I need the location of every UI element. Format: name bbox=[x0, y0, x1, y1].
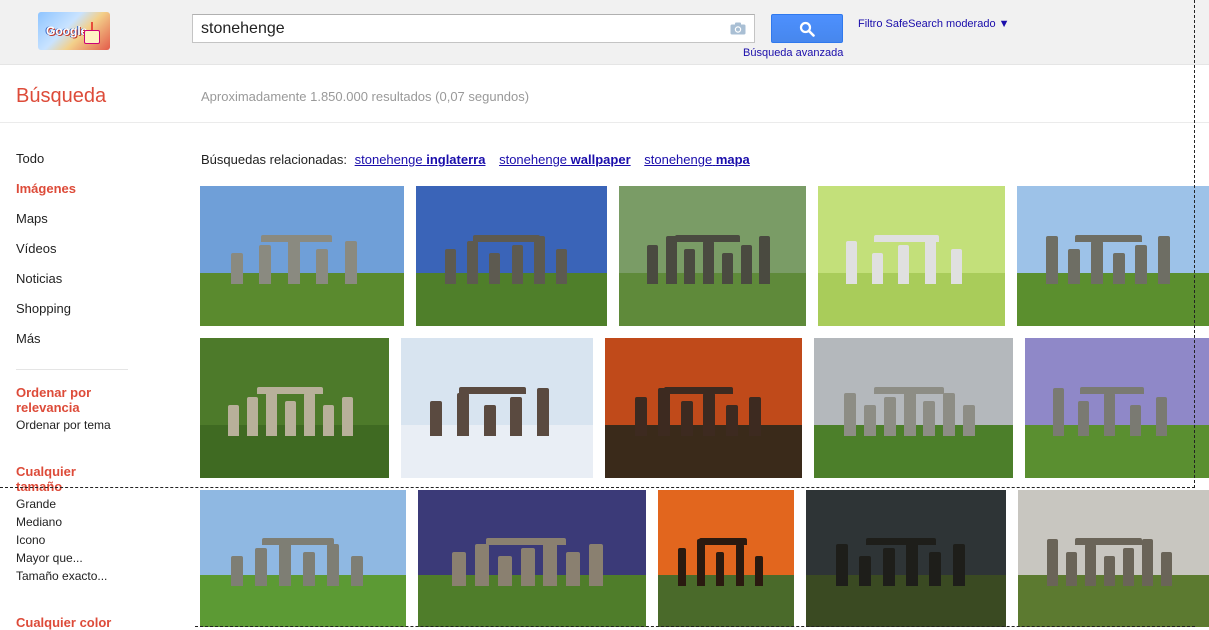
image-result-stonehenge-storm-clouds[interactable] bbox=[806, 490, 1006, 627]
image-result-stonehenge-night-moon[interactable] bbox=[418, 490, 646, 627]
related-link-inglaterra[interactable]: stonehenge inglaterra bbox=[355, 152, 486, 167]
image-result-stonehenge-aerial-render[interactable] bbox=[619, 186, 806, 326]
related-searches: Búsquedas relacionadas: stonehenge ingla… bbox=[201, 152, 756, 167]
size-heading[interactable]: Cualquier tamaño bbox=[16, 464, 96, 494]
size-option-icon[interactable]: Icono bbox=[16, 533, 45, 547]
nav-item-imagenes[interactable]: Imágenes bbox=[16, 180, 186, 210]
safesearch-filter-dropdown[interactable]: Filtro SafeSearch moderado ▼ bbox=[858, 18, 1010, 30]
search-button[interactable] bbox=[771, 14, 843, 43]
left-nav: Todo Imágenes Maps Vídeos Noticias Shopp… bbox=[16, 150, 186, 360]
size-option-large[interactable]: Grande bbox=[16, 497, 56, 511]
header-divider bbox=[0, 122, 1209, 123]
related-link-mapa[interactable]: stonehenge mapa bbox=[644, 152, 750, 167]
search-box[interactable] bbox=[192, 14, 755, 43]
magnifier-icon bbox=[799, 21, 815, 37]
related-link-wallpaper[interactable]: stonehenge wallpaper bbox=[499, 152, 631, 167]
camera-icon[interactable] bbox=[730, 22, 746, 35]
nav-item-maps[interactable]: Maps bbox=[16, 210, 186, 240]
sort-heading[interactable]: Ordenar por relevancia bbox=[16, 385, 116, 415]
image-result-stonehenge-evening-field[interactable] bbox=[1018, 490, 1209, 627]
image-result-stonehenge-red-sunset[interactable] bbox=[605, 338, 802, 478]
size-option-exact[interactable]: Tamaño exacto... bbox=[16, 569, 107, 583]
size-option-medium[interactable]: Mediano bbox=[16, 515, 62, 529]
image-result-stonehenge-deep-blue-sky[interactable] bbox=[416, 186, 607, 326]
nav-item-mas[interactable]: Más bbox=[16, 330, 186, 360]
image-result-stonehenge-aerial-field[interactable] bbox=[200, 338, 389, 478]
sort-option-topic[interactable]: Ordenar por tema bbox=[16, 418, 111, 432]
nav-item-shopping[interactable]: Shopping bbox=[16, 300, 186, 330]
size-option-larger-than[interactable]: Mayor que... bbox=[16, 551, 83, 565]
result-stats: Aproximadamente 1.850.000 resultados (0,… bbox=[201, 89, 530, 104]
image-result-stonehenge-close-trilithons[interactable] bbox=[1017, 186, 1209, 326]
candle-icon bbox=[91, 22, 93, 30]
image-result-stonehenge-snow[interactable] bbox=[401, 338, 593, 478]
nav-item-noticias[interactable]: Noticias bbox=[16, 270, 186, 300]
advanced-search-link[interactable]: Búsqueda avanzada bbox=[743, 47, 843, 59]
image-result-stonehenge-orange-sunset[interactable] bbox=[658, 490, 794, 627]
image-result-stonehenge-tourists[interactable] bbox=[200, 490, 406, 627]
color-heading[interactable]: Cualquier color bbox=[16, 615, 111, 630]
google-doodle-logo[interactable]: Google bbox=[38, 12, 110, 50]
image-result-stonehenge-grey-sky[interactable] bbox=[814, 338, 1013, 478]
nav-item-todo[interactable]: Todo bbox=[16, 150, 186, 180]
cake-icon bbox=[84, 30, 100, 44]
search-input[interactable] bbox=[201, 19, 711, 39]
top-bar: Google Búsqueda avanzada Filtro SafeSear… bbox=[0, 0, 1209, 65]
image-result-stonehenge-diagram[interactable] bbox=[818, 186, 1005, 326]
page-title: Búsqueda bbox=[16, 85, 107, 107]
logo-text: Google bbox=[46, 24, 88, 38]
image-result-stonehenge-purple-sky[interactable] bbox=[1025, 338, 1209, 478]
related-prefix: Búsquedas relacionadas: bbox=[201, 152, 347, 167]
nav-divider bbox=[16, 369, 128, 370]
nav-item-videos[interactable]: Vídeos bbox=[16, 240, 186, 270]
image-result-stonehenge-blue-sky-clouds[interactable] bbox=[200, 186, 404, 326]
